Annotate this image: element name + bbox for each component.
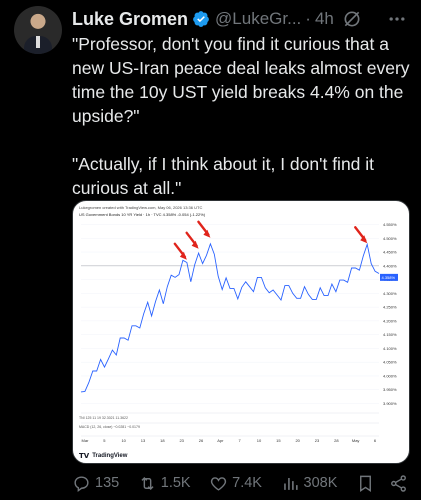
repost-count: 1.5K	[160, 475, 191, 491]
share-icon[interactable]	[389, 474, 408, 493]
author-name[interactable]: Luke Gromen	[72, 9, 188, 30]
reply-count: 135	[95, 475, 120, 491]
x-tick-label: 20	[295, 438, 300, 443]
time-separator: ·	[305, 9, 311, 28]
current-value-label: 4.358%	[382, 275, 396, 280]
chart-image[interactable]: Lukegromen created with TradingView.com,…	[72, 200, 410, 464]
y-tick-label: 4.550%	[383, 222, 397, 227]
x-tick-label: 10	[257, 438, 262, 443]
heart-icon	[211, 476, 227, 491]
x-tick-label: May	[352, 438, 360, 443]
x-tick-label: 6	[374, 438, 377, 443]
indicator-label-1: TNI 125 11 19 32.3021 11.3622	[79, 416, 128, 420]
y-tick-label: 4.450%	[383, 250, 397, 255]
author-handle[interactable]: @LukeGr...	[215, 9, 301, 29]
repost-button[interactable]: 1.5K	[138, 474, 191, 493]
y-tick-label: 4.500%	[383, 236, 397, 241]
tweet-text: "Professor, don't you find it curious th…	[72, 32, 410, 200]
x-tick-label: 10	[121, 438, 126, 443]
y-tick-label: 4.250%	[383, 305, 397, 310]
action-bar: 135 1.5K 7.4K 308K	[72, 472, 408, 494]
repost-icon	[141, 476, 154, 490]
grok-icon[interactable]	[342, 9, 362, 29]
x-tick-label: Mar	[82, 438, 90, 443]
x-tick-label: 28	[334, 438, 339, 443]
x-tick-label: 5	[103, 438, 106, 443]
x-tick-label: 23	[179, 438, 184, 443]
tradingview-logo: 𝗧𝗩 TradingView	[79, 452, 127, 460]
x-tick-label: 18	[160, 438, 165, 443]
y-tick-label: 4.300%	[383, 291, 397, 296]
views-button[interactable]: 308K	[281, 474, 338, 493]
y-tick-label: 4.100%	[383, 346, 397, 351]
bookmark-icon[interactable]	[356, 474, 375, 493]
verified-badge-icon	[193, 11, 209, 27]
tweet-paragraph-2: "Actually, if I think about it, I don't …	[72, 154, 375, 198]
tradingview-logo-text: TradingView	[92, 453, 128, 459]
y-tick-label: 4.150%	[383, 332, 397, 337]
more-options-icon[interactable]	[387, 9, 407, 29]
y-tick-label: 4.000%	[383, 373, 397, 378]
tweet-header: Luke Gromen @LukeGr... · 4h	[72, 8, 407, 30]
x-tick-label: 13	[141, 438, 146, 443]
y-tick-label: 4.200%	[383, 318, 397, 323]
x-tick-label: 23	[315, 438, 320, 443]
like-count: 7.4K	[232, 475, 262, 491]
y-tick-label: 3.950%	[383, 387, 397, 392]
post-time[interactable]: 4h	[315, 9, 334, 29]
x-tick-label: 15	[276, 438, 281, 443]
y-tick-label: 4.050%	[383, 360, 397, 365]
reply-button[interactable]: 135	[72, 474, 119, 493]
reply-icon	[74, 475, 89, 492]
x-tick-label: Apr	[217, 438, 224, 443]
views-count: 308K	[303, 475, 338, 491]
tradingview-mark-icon: 𝗧𝗩	[79, 453, 90, 460]
like-button[interactable]: 7.4K	[209, 474, 262, 493]
y-tick-label: 4.400%	[383, 263, 397, 268]
tweet-paragraph-1: "Professor, don't you find it curious th…	[72, 34, 410, 126]
indicator-label-2: MACD (12, 26, close) −0.0281 −0.0179	[79, 425, 140, 429]
y-tick-label: 3.900%	[383, 401, 397, 406]
avatar[interactable]	[14, 6, 62, 54]
x-tick-label: 7	[239, 438, 242, 443]
x-tick-label: 26	[199, 438, 204, 443]
views-chart-icon	[283, 477, 298, 490]
